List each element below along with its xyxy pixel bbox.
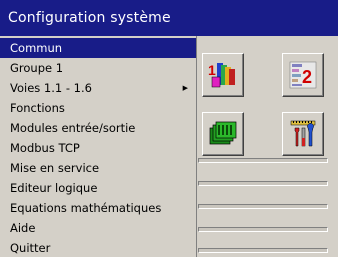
panel-slot bbox=[198, 227, 328, 232]
menu-item-editeur-logique[interactable]: Editeur logique bbox=[0, 178, 196, 198]
menu-item-label: Groupe 1 bbox=[10, 61, 64, 75]
panel-slot bbox=[198, 158, 328, 163]
channel-1-button[interactable]: 1 bbox=[202, 53, 244, 97]
group-2-button[interactable]: 2 bbox=[282, 53, 324, 97]
menu-item-label: Commun bbox=[10, 41, 63, 55]
tools-icon bbox=[290, 120, 316, 147]
menu-item-equations[interactable]: Equations mathématiques bbox=[0, 198, 196, 218]
menu-item-aide[interactable]: Aide bbox=[0, 218, 196, 238]
menu-item-modules-es[interactable]: Modules entrée/sortie bbox=[0, 118, 196, 138]
menu-item-mise-en-service[interactable]: Mise en service bbox=[0, 158, 196, 178]
channel-1-icon: 1 bbox=[208, 62, 235, 88]
window-title: Configuration système bbox=[8, 10, 171, 26]
menu-item-label: Editeur logique bbox=[10, 181, 98, 195]
window-titlebar: Configuration système bbox=[0, 0, 338, 36]
io-modules-icon bbox=[209, 121, 237, 145]
panel-slot bbox=[198, 248, 328, 253]
svg-text:1: 1 bbox=[208, 62, 216, 78]
menu-item-label: Aide bbox=[10, 221, 36, 235]
menu-item-fonctions[interactable]: Fonctions bbox=[0, 98, 196, 118]
menu-item-label: Mise en service bbox=[10, 161, 100, 175]
menu-item-label: Equations mathématiques bbox=[10, 201, 162, 215]
menu-item-commun[interactable]: Commun bbox=[0, 38, 196, 58]
menu-item-label: Modules entrée/sortie bbox=[10, 121, 136, 135]
svg-text:2: 2 bbox=[302, 67, 312, 87]
menu-item-groupe-1[interactable]: Groupe 1 bbox=[0, 58, 196, 78]
system-config-menu: Commun Groupe 1 Voies 1.1 - 1.6 ▶ Foncti… bbox=[0, 36, 197, 257]
menu-item-label: Fonctions bbox=[10, 101, 65, 115]
panel-slot bbox=[198, 204, 328, 209]
menu-item-modbus-tcp[interactable]: Modbus TCP bbox=[0, 138, 196, 158]
submenu-arrow-icon: ▶ bbox=[182, 84, 188, 92]
io-modules-button[interactable] bbox=[202, 112, 244, 156]
menu-item-quitter[interactable]: Quitter bbox=[0, 238, 196, 258]
tools-button[interactable] bbox=[282, 112, 324, 156]
menu-item-voies[interactable]: Voies 1.1 - 1.6 ▶ bbox=[0, 78, 196, 98]
menu-item-label: Modbus TCP bbox=[10, 141, 80, 155]
menu-item-label: Quitter bbox=[10, 241, 51, 255]
menu-item-label: Voies 1.1 - 1.6 bbox=[10, 81, 92, 95]
panel-slot bbox=[198, 181, 328, 186]
group-2-icon: 2 bbox=[289, 61, 317, 89]
